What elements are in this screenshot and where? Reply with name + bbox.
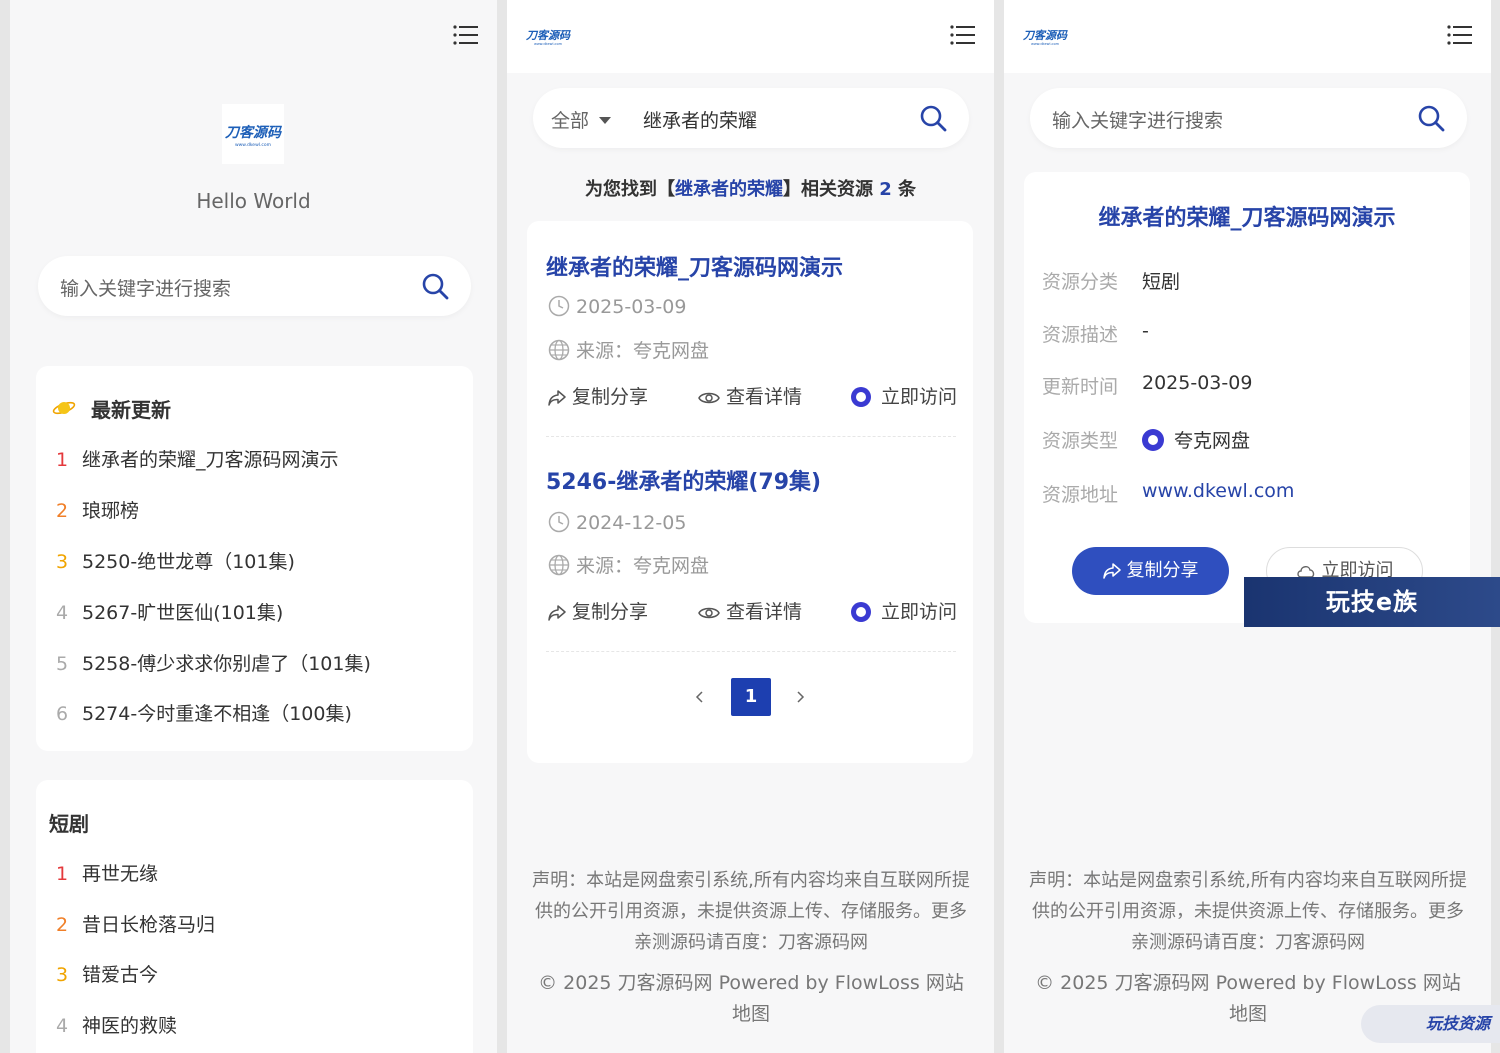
share-icon	[548, 390, 566, 406]
description-value: -	[1142, 320, 1149, 342]
address-link[interactable]: www.dkewl.com	[1142, 480, 1294, 502]
site-logo[interactable]: 刀客源码 www.dkewl.com	[1022, 27, 1068, 47]
top-bar	[507, 0, 994, 73]
svg-text:www.dkewl.com: www.dkewl.com	[235, 142, 271, 148]
list-item[interactable]: 1 再世无缘	[56, 859, 158, 886]
list-item[interactable]: 4 5267-旷世医仙(101集)	[56, 598, 283, 625]
list-item[interactable]: 4 神医的救赎	[56, 1011, 177, 1038]
svg-text:www.dkewl.com: www.dkewl.com	[534, 42, 563, 46]
quark-icon	[1142, 429, 1164, 451]
next-page-icon[interactable]	[793, 689, 807, 705]
caret-down-icon	[599, 117, 612, 124]
prev-page-icon[interactable]	[693, 689, 707, 705]
eye-icon	[698, 607, 720, 619]
footer-copyright: © 2025 刀客源码网 Powered by FlowLoss 网站地图	[538, 972, 964, 1025]
result-summary: 为您找到【继承者的荣耀】相关资源 2 条	[584, 179, 917, 200]
category-card: 短剧 1 再世无缘 2 昔日长枪落马归 3 错爱古今 4 神医的救赎	[36, 780, 473, 1053]
panel-detail: 刀客源码 www.dkewl.com 输入关键字进行搜索 继承者的荣耀_刀客源码…	[1004, 0, 1491, 1053]
menu-icon[interactable]	[453, 24, 479, 46]
type-label: 资源类型	[1042, 430, 1119, 452]
clock-icon	[548, 295, 570, 317]
quark-icon	[851, 602, 871, 622]
description-label: 资源描述	[1042, 324, 1119, 346]
search-input[interactable]: 输入关键字进行搜索	[60, 274, 231, 301]
panel-home: 刀客源码 www.dkewl.com Hello World 输入关键字进行搜索…	[10, 0, 497, 1053]
scope-select[interactable]: 全部	[551, 106, 612, 133]
detail-card: 继承者的荣耀_刀客源码网演示 资源分类 短剧 资源描述 - 更新时间 2025-…	[1024, 172, 1470, 623]
search-box[interactable]: 全部 继承者的荣耀	[533, 88, 969, 148]
search-box[interactable]: 输入关键字进行搜索	[38, 256, 471, 316]
detail-button[interactable]: 查看详情	[698, 597, 802, 624]
share-icon	[548, 605, 566, 621]
search-icon[interactable]	[421, 272, 449, 300]
list-item[interactable]: 3 错爱古今	[56, 960, 158, 987]
svg-text:刀客源码: 刀客源码	[1022, 29, 1068, 42]
category-title: 短剧	[49, 812, 89, 836]
clock-icon	[548, 511, 570, 533]
detail-button[interactable]: 查看详情	[698, 382, 802, 409]
result-date: 2025-03-09	[548, 295, 686, 318]
category-label: 资源分类	[1042, 271, 1119, 293]
result-source: 来源：夸克网盘	[548, 551, 709, 578]
result-date: 2024-12-05	[548, 511, 686, 534]
update-time-value: 2025-03-09	[1142, 372, 1253, 394]
menu-icon[interactable]	[1447, 24, 1473, 46]
latest-updates-card: 最新更新 1 继承者的荣耀_刀客源码网演示 2 琅琊榜 3 5250-绝世龙尊（101…	[36, 366, 473, 751]
search-box[interactable]: 输入关键字进行搜索	[1030, 88, 1467, 148]
result-title[interactable]: 继承者的荣耀_刀客源码网演示	[546, 250, 843, 282]
search-icon[interactable]	[919, 104, 947, 132]
visit-button[interactable]: 立即访问	[851, 597, 957, 624]
search-input[interactable]: 继承者的荣耀	[643, 106, 757, 133]
search-icon[interactable]	[1417, 104, 1445, 132]
type-value: 夸克网盘	[1142, 426, 1250, 453]
list-item[interactable]: 2 琅琊榜	[56, 496, 139, 523]
planet-icon	[52, 401, 76, 415]
results-card: 继承者的荣耀_刀客源码网演示 2025-03-09 来源：夸克网盘 复制分享 查…	[527, 221, 973, 763]
panel-search-results: 刀客源码 www.dkewl.com 全部 继承者的荣耀 为您找到【继承者的荣耀…	[507, 0, 994, 1053]
share-icon	[1102, 563, 1121, 579]
page-button-current[interactable]: 1	[731, 678, 771, 716]
list-item[interactable]: 3 5250-绝世龙尊（101集)	[56, 547, 295, 574]
visit-button[interactable]: 立即访问	[851, 382, 957, 409]
top-bar	[1004, 0, 1491, 73]
site-logo[interactable]: 刀客源码 www.dkewl.com	[525, 27, 571, 47]
site-logo[interactable]: 刀客源码 www.dkewl.com	[222, 104, 284, 164]
eye-icon	[698, 392, 720, 404]
footer-disclaimer: 声明：本站是网盘索引系统,所有内容均来自互联网所提供的公开引用资源，未提供资源上…	[532, 870, 970, 953]
result-title[interactable]: 5246-继承者的荣耀(79集)	[546, 464, 821, 496]
svg-text:刀客源码: 刀客源码	[225, 124, 283, 141]
footer-disclaimer: 声明：本站是网盘索引系统,所有内容均来自互联网所提供的公开引用资源，未提供资源上…	[1029, 870, 1467, 953]
divider	[546, 651, 956, 652]
share-button[interactable]: 复制分享	[548, 382, 648, 409]
share-button[interactable]: 复制分享	[1072, 547, 1229, 595]
address-label: 资源地址	[1042, 484, 1119, 506]
list-item[interactable]: 6 5274-今时重逢不相逢（100集)	[56, 699, 352, 726]
category-value: 短剧	[1142, 271, 1181, 293]
list-item[interactable]: 5 5258-傅少求求你别虐了（101集)	[56, 649, 371, 676]
share-button[interactable]: 复制分享	[548, 597, 648, 624]
detail-title: 继承者的荣耀_刀客源码网演示	[1098, 206, 1396, 231]
list-item[interactable]: 1 继承者的荣耀_刀客源码网演示	[56, 445, 339, 472]
cloud-icon	[1296, 566, 1314, 578]
globe-icon	[548, 554, 570, 576]
result-source: 来源：夸克网盘	[548, 336, 709, 363]
svg-text:刀客源码: 刀客源码	[525, 29, 571, 42]
menu-icon[interactable]	[950, 24, 976, 46]
search-input[interactable]: 输入关键字进行搜索	[1052, 106, 1223, 133]
svg-text:www.dkewl.com: www.dkewl.com	[1031, 42, 1060, 46]
watermark-corner: 玩技资源	[1361, 1005, 1500, 1043]
latest-updates-title: 最新更新	[91, 398, 171, 422]
list-item[interactable]: 2 昔日长枪落马归	[56, 910, 215, 937]
divider	[546, 436, 956, 437]
update-time-label: 更新时间	[1042, 376, 1119, 398]
quark-icon	[851, 387, 871, 407]
watermark-banner: 玩技e族	[1244, 577, 1500, 627]
site-tagline: Hello World	[196, 189, 311, 213]
globe-icon	[548, 339, 570, 361]
